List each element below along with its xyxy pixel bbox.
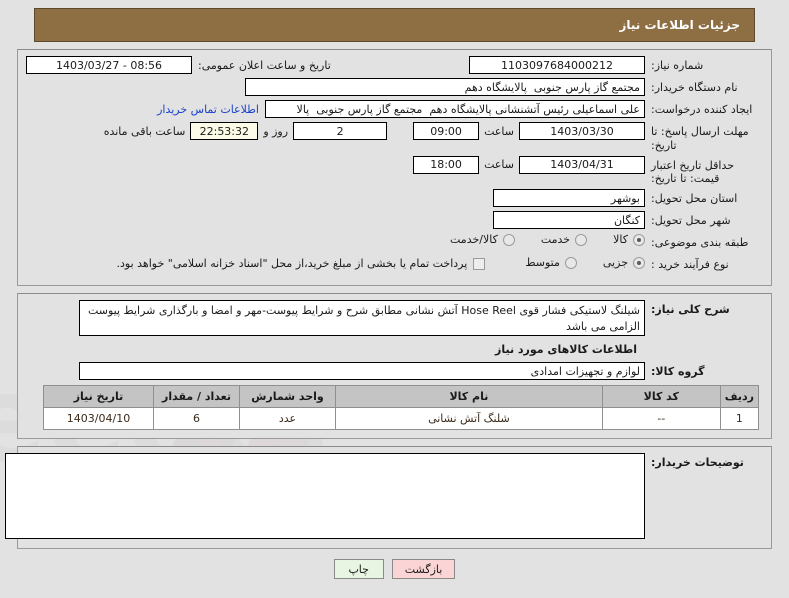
province-input[interactable] (493, 189, 645, 207)
back-button[interactable]: بازگشت (391, 559, 456, 579)
buyer-contact-link[interactable]: اطلاعات تماس خریدار (157, 103, 265, 116)
th-qty: تعداد / مقدار (153, 385, 240, 408)
deadline-time-input[interactable] (413, 122, 480, 140)
print-button[interactable]: چاپ (333, 559, 384, 579)
city-label: شهر محل تحویل: (651, 214, 731, 227)
countdown-timer-label: ساعت باقی مانده (103, 124, 186, 138)
footer-actions: بازگشت چاپ (0, 559, 789, 579)
header: جزئیات اطلاعات نیاز (0, 0, 789, 42)
process-option-label: جزیی (602, 256, 628, 269)
goods-group-input[interactable] (79, 362, 645, 380)
row-goods-group: گروه کالا: (26, 362, 763, 381)
page-title: جزئیات اطلاعات نیاز (619, 18, 740, 32)
treasury-checkbox-label: پرداخت تمام یا بخشی از مبلغ خرید،از محل … (116, 257, 468, 270)
table-row: 1 -- شلنگ آتش نشانی عدد 6 1403/04/10 (43, 407, 760, 430)
description-label: شرح کلی نیاز: (651, 303, 730, 316)
buyer-notes-label: توضیحات خریدار: (651, 456, 744, 469)
process-option-jozei[interactable]: جزیی (603, 256, 645, 269)
cell-qty: 6 (153, 407, 240, 430)
buyer-org-input[interactable] (245, 78, 645, 96)
description-textarea[interactable] (79, 300, 645, 336)
row-deadline: مهلت ارسال پاسخ: تا تاریخ: ساعت روز و سا… (26, 122, 763, 153)
city-input[interactable] (493, 211, 645, 229)
requester-input[interactable] (265, 100, 645, 118)
announce-datetime-label: تاریخ و ساعت اعلان عمومی: (198, 58, 331, 72)
row-category: طبقه بندی موضوعی: کالا خدمت کالا/خدمت (26, 233, 763, 252)
process-option-motevaset[interactable]: متوسط (525, 256, 577, 269)
category-option-kala-khedmat[interactable]: کالا/خدمت (450, 233, 515, 246)
radio-icon[interactable] (633, 233, 645, 246)
radio-icon[interactable] (564, 256, 577, 269)
page-root: rfafeeder جزئیات اطلاعات نیاز شماره نیاز… (0, 0, 789, 598)
province-label: استان محل تحویل: (651, 192, 738, 205)
goods-panel: شرح کلی نیاز: اطلاعات کالاهای مورد نیاز … (17, 293, 772, 439)
category-option-label: کالا (613, 233, 628, 246)
category-option-label: خدمت (540, 233, 571, 246)
radio-icon[interactable] (575, 233, 588, 246)
goods-section-title: اطلاعات کالاهای مورد نیاز (495, 343, 637, 356)
need-number-input[interactable] (469, 56, 645, 74)
price-validity-time-input[interactable] (413, 155, 480, 174)
price-validity-date-input[interactable] (519, 155, 645, 174)
row-description: شرح کلی نیاز: (26, 300, 763, 336)
announce-datetime-input[interactable] (26, 56, 192, 74)
cell-need-date: 1403/04/10 (43, 407, 154, 430)
cell-code: -- (601, 407, 721, 430)
deadline-time-label: ساعت (484, 124, 514, 138)
price-validity-label: حداقل تاریخ اعتبار قیمت: تا تاریخ: (651, 158, 735, 186)
goods-table: ردیف کد کالا نام کالا واحد شمارش تعداد /… (43, 385, 760, 430)
checkbox-icon[interactable] (473, 257, 486, 270)
radio-icon[interactable] (502, 233, 515, 246)
row-price-validity: حداقل تاریخ اعتبار قیمت: تا تاریخ: ساعت (26, 155, 763, 187)
treasury-checkbox-row[interactable]: پرداخت تمام یا بخشی از مبلغ خرید،از محل … (117, 257, 486, 270)
th-need-date: تاریخ نیاز (43, 385, 154, 408)
row-province: استان محل تحویل: (26, 189, 763, 208)
category-option-khedmat[interactable]: خدمت (540, 233, 588, 246)
buyer-org-label: نام دستگاه خریدار: (651, 81, 738, 94)
need-number-label: شماره نیاز: (651, 59, 704, 72)
requester-label: ایجاد کننده درخواست: (651, 103, 753, 116)
row-buyer-org: نام دستگاه خریدار: (26, 78, 763, 97)
process-option-label: متوسط (525, 256, 560, 269)
goods-table-wrap: ردیف کد کالا نام کالا واحد شمارش تعداد /… (26, 385, 763, 430)
buyer-notes-textarea[interactable] (5, 453, 645, 539)
countdown-timer-input[interactable] (190, 122, 259, 140)
price-validity-time-label: ساعت (484, 158, 514, 171)
row-purchase-process: نوع فرآیند خرید : جزیی متوسط پرداخت تمام… (26, 255, 763, 274)
category-option-kala[interactable]: کالا (613, 233, 645, 246)
buyer-notes-panel: توضیحات خریدار: (5, 446, 772, 549)
row-need-number: شماره نیاز: تاریخ و ساعت اعلان عمومی: (26, 56, 763, 75)
row-requester: ایجاد کننده درخواست: اطلاعات تماس خریدار (26, 100, 763, 119)
cell-name: شلنگ آتش نشانی (335, 407, 603, 430)
remaining-days-input[interactable] (293, 122, 388, 140)
category-label: طبقه بندی موضوعی: (651, 236, 749, 249)
th-code: کد کالا (601, 385, 721, 408)
deadline-label: مهلت ارسال پاسخ: تا تاریخ: (651, 125, 749, 152)
goods-group-label: گروه کالا: (651, 365, 705, 378)
need-info-panel: شماره نیاز: تاریخ و ساعت اعلان عمومی: نا… (17, 49, 772, 286)
category-radio-group: کالا خدمت کالا/خدمت (424, 233, 645, 246)
header-bar: جزئیات اطلاعات نیاز (34, 8, 755, 42)
th-unit: واحد شمارش (239, 385, 336, 408)
th-name: نام کالا (335, 385, 603, 408)
remaining-days-label: روز و (263, 124, 289, 138)
cell-unit: عدد (239, 407, 336, 430)
purchase-process-label: نوع فرآیند خرید : (651, 258, 729, 271)
category-option-label: کالا/خدمت (450, 233, 498, 246)
cell-index: 1 (719, 407, 760, 430)
th-index: ردیف (719, 385, 760, 408)
row-city: شهر محل تحویل: (26, 211, 763, 230)
table-header-row: ردیف کد کالا نام کالا واحد شمارش تعداد /… (43, 385, 760, 408)
radio-icon[interactable] (633, 256, 645, 269)
row-buyer-notes: توضیحات خریدار: (5, 453, 763, 539)
process-radio-group: جزیی متوسط (499, 256, 645, 269)
deadline-date-input[interactable] (519, 122, 645, 140)
